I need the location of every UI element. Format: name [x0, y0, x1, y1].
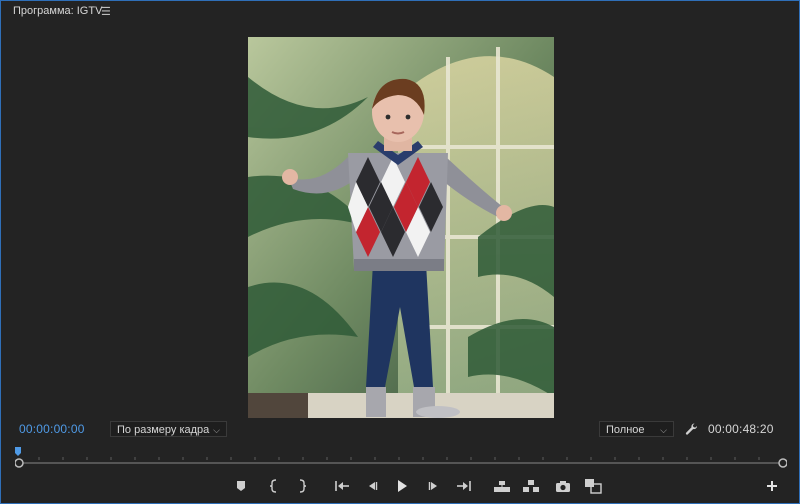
out-point-handle[interactable] — [778, 458, 788, 468]
in-point-handle[interactable] — [14, 458, 24, 468]
extract-icon[interactable] — [520, 475, 542, 497]
mark-out-icon[interactable] — [291, 475, 313, 497]
fit-dropdown-value: По размеру кадра — [117, 424, 210, 436]
add-marker-icon[interactable] — [230, 475, 252, 497]
lift-icon[interactable] — [491, 475, 513, 497]
step-back-icon[interactable] — [361, 475, 383, 497]
step-forward-icon[interactable] — [423, 475, 445, 497]
chevron-down-icon: ⌵ — [213, 425, 220, 435]
comparison-view-icon[interactable] — [582, 475, 604, 497]
program-monitor-panel: Программа: IGTV ☰ 00:00:00:00 По размеру… — [0, 0, 800, 504]
chevron-down-icon: ⌵ — [660, 425, 667, 435]
settings-wrench-icon[interactable] — [685, 422, 699, 436]
add-button-icon[interactable] — [761, 475, 783, 497]
video-preview[interactable] — [248, 37, 554, 418]
go-to-in-icon[interactable] — [331, 475, 353, 497]
duration-timecode: 00:00:48:20 — [708, 422, 774, 436]
quality-dropdown-value: Полное — [606, 424, 645, 436]
quality-dropdown[interactable]: Полное ⌵ — [599, 421, 674, 437]
transport-controls — [1, 475, 800, 499]
panel-titlebar: Программа: IGTV ☰ — [1, 1, 799, 23]
panel-menu-icon[interactable]: ☰ — [101, 5, 111, 18]
video-frame-image — [248, 37, 554, 418]
timeline-ruler[interactable] — [14, 445, 788, 475]
fit-dropdown[interactable]: По размеру кадра ⌵ — [110, 421, 227, 437]
playhead[interactable] — [15, 447, 21, 456]
current-timecode[interactable]: 00:00:00:00 — [19, 422, 85, 436]
mark-in-icon[interactable] — [263, 475, 285, 497]
panel-title: Программа: IGTV — [13, 5, 103, 17]
go-to-out-icon[interactable] — [453, 475, 475, 497]
export-frame-icon[interactable] — [552, 475, 574, 497]
play-icon[interactable] — [391, 475, 413, 497]
